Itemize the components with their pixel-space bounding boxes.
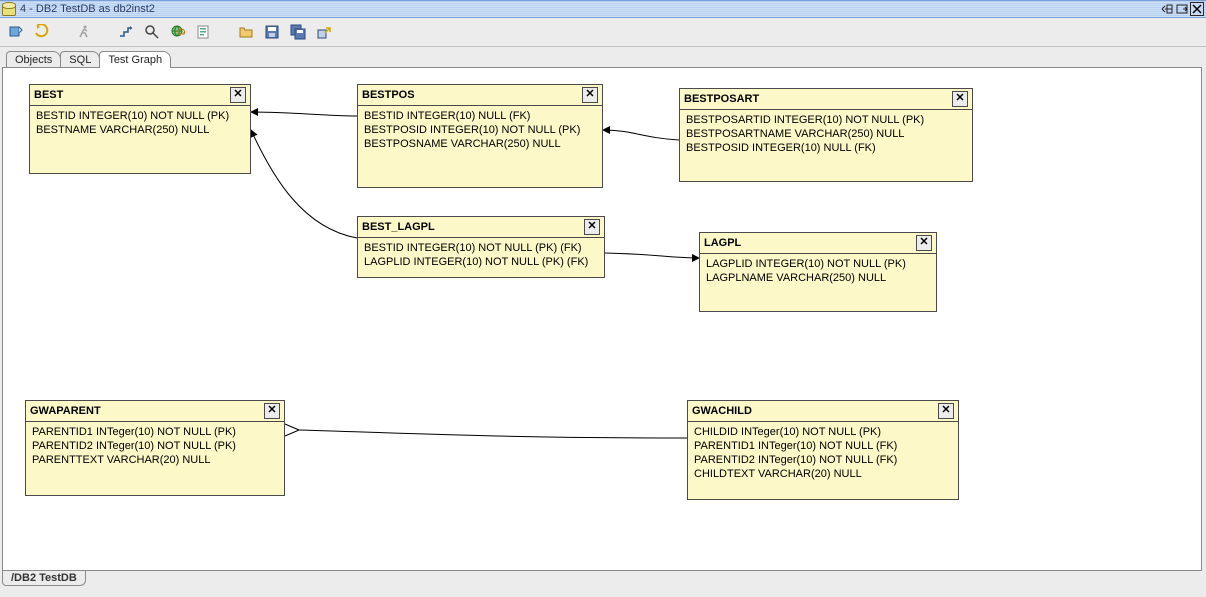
entity-title: GWAPARENT <box>30 405 101 417</box>
close-window-icon[interactable] <box>1190 2 1204 16</box>
status-tab[interactable]: /DB2 TestDB <box>2 571 86 586</box>
entity-title: GWACHILD <box>692 405 752 417</box>
status-row: /DB2 TestDB <box>0 571 1206 589</box>
entity-close-icon[interactable]: ✕ <box>582 87 598 103</box>
runner-icon[interactable] <box>74 22 94 42</box>
entity-column: BESTID INTEGER(10) NOT NULL (PK) <box>36 109 244 123</box>
toolbar <box>0 18 1206 47</box>
entity-bestposart[interactable]: BESTPOSART ✕ BESTPOSARTID INTEGER(10) NO… <box>679 88 973 182</box>
entity-column: BESTPOSID INTEGER(10) NOT NULL (PK) <box>364 123 596 137</box>
tab-objects[interactable]: Objects <box>6 51 61 68</box>
entity-title: BEST_LAGPL <box>362 221 435 233</box>
tab-label: SQL <box>69 54 91 66</box>
entity-bestpos[interactable]: BESTPOS ✕ BESTID INTEGER(10) NULL (FK) B… <box>357 84 603 188</box>
entity-lagpl[interactable]: LAGPL ✕ LAGPLID INTEGER(10) NOT NULL (PK… <box>699 232 937 312</box>
save-all-icon[interactable] <box>288 22 308 42</box>
entity-column: BESTPOSID INTEGER(10) NULL (FK) <box>686 141 966 155</box>
entity-title: BESTPOSART <box>684 93 759 105</box>
minimize-window-icon[interactable] <box>1160 2 1174 16</box>
entity-column: BESTNAME VARCHAR(250) NULL <box>36 123 244 137</box>
entity-column: PARENTID2 INTeger(10) NOT NULL (FK) <box>694 453 952 467</box>
entity-column: PARENTID1 INTeger(10) NOT NULL (FK) <box>694 439 952 453</box>
window-titlebar: 4 - DB2 TestDB as db2inst2 <box>0 0 1206 18</box>
entity-column: PARENTTEXT VARCHAR(20) NULL <box>32 453 278 467</box>
entity-close-icon[interactable]: ✕ <box>938 403 954 419</box>
diagram-canvas[interactable]: BEST ✕ BESTID INTEGER(10) NOT NULL (PK) … <box>2 67 1202 571</box>
tab-sql[interactable]: SQL <box>60 51 100 68</box>
entity-close-icon[interactable]: ✕ <box>952 91 968 107</box>
zoom-icon[interactable] <box>142 22 162 42</box>
refresh-icon[interactable] <box>6 22 26 42</box>
entity-column: CHILDTEXT VARCHAR(20) NULL <box>694 467 952 481</box>
entity-title: LAGPL <box>704 237 741 249</box>
canvas-wrap: BEST ✕ BESTID INTEGER(10) NOT NULL (PK) … <box>0 67 1206 571</box>
entity-column: BESTPOSARTID INTEGER(10) NOT NULL (PK) <box>686 113 966 127</box>
entity-column: LAGPLNAME VARCHAR(250) NULL <box>706 271 930 285</box>
entity-close-icon[interactable]: ✕ <box>916 235 932 251</box>
entity-column: BESTPOSARTNAME VARCHAR(250) NULL <box>686 127 966 141</box>
entity-title: BESTPOS <box>362 89 415 101</box>
entity-best-lagpl[interactable]: BEST_LAGPL ✕ BESTID INTEGER(10) NOT NULL… <box>357 216 605 278</box>
database-icon <box>2 2 14 16</box>
tab-label: Objects <box>15 54 52 66</box>
entity-best[interactable]: BEST ✕ BESTID INTEGER(10) NOT NULL (PK) … <box>29 84 251 174</box>
entity-title: BEST <box>34 89 63 101</box>
entity-column: BESTID INTEGER(10) NULL (FK) <box>364 109 596 123</box>
entity-close-icon[interactable]: ✕ <box>264 403 280 419</box>
entity-gwachild[interactable]: GWACHILD ✕ CHILDID INTeger(10) NOT NULL … <box>687 400 959 500</box>
explain-icon[interactable] <box>194 22 214 42</box>
tab-label: Test Graph <box>108 54 162 66</box>
run-arrows-icon[interactable] <box>32 22 52 42</box>
entity-close-icon[interactable]: ✕ <box>230 87 246 103</box>
tab-test-graph[interactable]: Test Graph <box>99 51 171 68</box>
save-icon[interactable] <box>262 22 282 42</box>
maximize-window-icon[interactable] <box>1175 2 1189 16</box>
entity-column: PARENTID1 INTeger(10) NOT NULL (PK) <box>32 425 278 439</box>
status-tab-label: /DB2 TestDB <box>11 572 77 584</box>
entity-column: LAGPLID INTEGER(10) NOT NULL (PK) <box>706 257 930 271</box>
entity-column: CHILDID INTeger(10) NOT NULL (PK) <box>694 425 952 439</box>
export-icon[interactable] <box>314 22 334 42</box>
entity-column: LAGPLID INTEGER(10) NOT NULL (PK) (FK) <box>364 255 598 269</box>
entity-column: PARENTID2 INTeger(10) NOT NULL (PK) <box>32 439 278 453</box>
entity-column: BESTID INTEGER(10) NOT NULL (PK) (FK) <box>364 241 598 255</box>
entity-close-icon[interactable]: ✕ <box>584 219 600 235</box>
tab-row: Objects SQL Test Graph <box>0 47 1206 67</box>
window-title: 4 - DB2 TestDB as db2inst2 <box>18 3 1159 15</box>
entity-gwaparent[interactable]: GWAPARENT ✕ PARENTID1 INTeger(10) NOT NU… <box>25 400 285 496</box>
globe-refresh-icon[interactable] <box>168 22 188 42</box>
entity-column: BESTPOSNAME VARCHAR(250) NULL <box>364 137 596 151</box>
open-icon[interactable] <box>236 22 256 42</box>
step-icon[interactable] <box>116 22 136 42</box>
